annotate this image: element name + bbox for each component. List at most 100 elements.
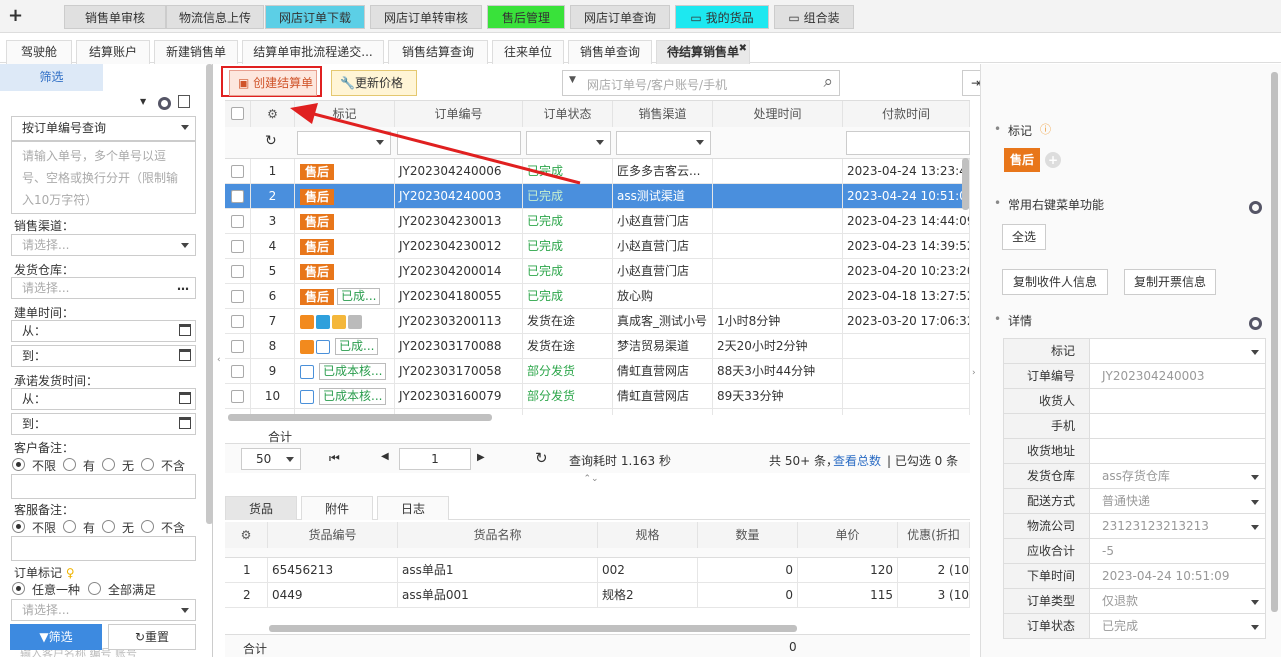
header-checkbox[interactable] — [225, 101, 251, 127]
gear-icon[interactable] — [1249, 317, 1262, 330]
status-filter[interactable] — [526, 131, 611, 155]
col-pay-time[interactable]: 付款时间 — [843, 101, 970, 127]
detail-field-value[interactable]: -5 — [1090, 539, 1266, 564]
create-time-from[interactable]: 从： — [11, 320, 196, 342]
sub-tab-2[interactable]: 新建销售单 — [154, 40, 238, 64]
tab-attachments[interactable]: 附件 — [301, 496, 373, 520]
col-goods-code[interactable]: 货品编号 — [268, 522, 398, 548]
table-row[interactable]: 3 售后 JY202304230013 已完成 小赵直营门店 2023-04-23 14:… — [225, 209, 970, 234]
col-qty[interactable]: 数量 — [698, 522, 798, 548]
service-note-input[interactable] — [11, 536, 196, 561]
detail-field-value[interactable]: 仅退款 — [1090, 589, 1266, 614]
tag-any-radio[interactable] — [12, 582, 25, 595]
sub-tab-4[interactable]: 销售结算查询 — [388, 40, 488, 64]
search-input[interactable]: 网店订单号/客户账号/手机 — [587, 76, 727, 93]
row-checkbox[interactable] — [231, 315, 244, 328]
collapse-left-icon[interactable]: ‹ — [217, 355, 221, 365]
customer-note-yes-radio[interactable] — [63, 458, 76, 471]
close-icon[interactable]: ✖ — [739, 38, 747, 60]
sub-tab-6[interactable]: 销售单查询 — [568, 40, 652, 64]
col-goods-name[interactable]: 货品名称 — [398, 522, 598, 548]
order-number[interactable]: JY202304240003 — [395, 184, 523, 209]
channel-select[interactable]: 请选择... — [11, 234, 196, 256]
table-row[interactable]: 5 售后 JY202304200014 已完成 小赵直营门店 2023-04-20 10:… — [225, 259, 970, 284]
copy-invoice-button[interactable]: 复制开票信息 — [1124, 269, 1216, 295]
calendar-icon[interactable] — [179, 349, 191, 361]
tag-all-radio[interactable] — [88, 582, 101, 595]
column-gear-icon[interactable]: ⚙ — [251, 101, 295, 127]
order-number[interactable]: JY202303160079 — [395, 384, 523, 409]
detail-field-value[interactable] — [1090, 439, 1266, 464]
detail-field-value[interactable] — [1090, 339, 1266, 364]
row-checkbox[interactable] — [231, 340, 244, 353]
filter-button[interactable]: ▼筛选 — [10, 624, 102, 650]
row-checkbox[interactable] — [231, 190, 244, 203]
row-checkbox[interactable] — [231, 165, 244, 178]
table-row[interactable]: 4 售后 JY202304230012 已完成 小赵直营门店 2023-04-23 14:… — [225, 234, 970, 259]
col-spec[interactable]: 规格 — [598, 522, 698, 548]
detail-scrollbar[interactable] — [1271, 72, 1278, 612]
grid-vertical-scrollbar[interactable] — [962, 158, 969, 210]
first-page-icon[interactable]: ⏮ — [329, 451, 340, 466]
order-number[interactable]: JY202304200014 — [395, 259, 523, 284]
customer-note-input[interactable] — [11, 474, 196, 499]
detail-field-value[interactable] — [1090, 389, 1266, 414]
gear-icon[interactable] — [1249, 201, 1262, 214]
table-row[interactable]: 8 已成... JY202303170088 发货在途 梦洁贸易渠道 2天20小时2分钟 — [225, 334, 970, 359]
calendar-icon[interactable] — [179, 392, 191, 404]
detail-field-value[interactable]: ass存货仓库 — [1090, 464, 1266, 489]
table-row[interactable]: 10 已成本核... JY202303160079 部分发货 倩虹直营网店 89天33分钟 — [225, 384, 970, 409]
order-number[interactable]: JY202304230013 — [395, 209, 523, 234]
sub-tab-0[interactable]: 驾驶舱 — [6, 40, 72, 64]
detail-field-value[interactable]: 普通快递 — [1090, 489, 1266, 514]
col-discount[interactable]: 优惠(折扣 — [898, 522, 970, 548]
view-total-link[interactable]: 查看总数 — [833, 452, 881, 469]
detail-field-value[interactable]: JY202304240003 — [1090, 364, 1266, 389]
detail-field-value[interactable]: 已完成 — [1090, 614, 1266, 639]
table-row[interactable]: 6 售后 已成... JY202304180055 已完成 放心购 2023-04-18 1… — [225, 284, 970, 309]
customer-note-not-radio[interactable] — [141, 458, 154, 471]
sub-tab-5[interactable]: 往来单位 — [492, 40, 564, 64]
table-row[interactable]: 9 已成本核... JY202303170058 部分发货 倩虹直营网店 88天3小时44… — [225, 359, 970, 384]
splitter-handle[interactable]: ⌃⌄ — [574, 474, 608, 488]
order-number[interactable]: JY202304240006 — [395, 159, 523, 184]
order-number[interactable]: JY202303170058 — [395, 359, 523, 384]
row-checkbox[interactable] — [231, 265, 244, 278]
select-all-button[interactable]: 全选 — [1002, 224, 1046, 250]
prev-page-icon[interactable]: ◀ — [381, 451, 389, 462]
table-row[interactable]: 1 售后 JY202304240006 已完成 匠多多吉客云... 2023-04-24 … — [225, 159, 970, 184]
col-channel[interactable]: 销售渠道 — [613, 101, 713, 127]
calendar-icon[interactable] — [179, 417, 191, 429]
goods-row[interactable]: 2 0449 ass单品001 规格2 0 115 3 (10 — [225, 583, 970, 608]
order-tag-select[interactable]: 请选择... — [11, 599, 196, 621]
top-tab-1[interactable]: 物流信息上传 — [166, 5, 264, 29]
detail-field-value[interactable]: 2023-04-24 10:51:09 — [1090, 564, 1266, 589]
customer-note-none-radio[interactable] — [12, 458, 25, 471]
col-status[interactable]: 订单状态 — [523, 101, 613, 127]
service-note-none-radio[interactable] — [12, 520, 25, 533]
table-row[interactable]: 7 JY202303200113 发货在途 真成客_测试小号 1小时8分钟 2023-03… — [225, 309, 970, 334]
collapse-right-icon[interactable]: › — [972, 368, 976, 378]
sub-tab-3[interactable]: 结算单审批流程递交... — [242, 40, 384, 64]
warehouse-select[interactable]: 请选择...… — [11, 277, 196, 299]
row-checkbox[interactable] — [231, 365, 244, 378]
add-tab-icon[interactable]: + — [8, 5, 23, 26]
col-price[interactable]: 单价 — [798, 522, 898, 548]
grid-horizontal-scrollbar[interactable] — [228, 414, 492, 421]
top-tab-3[interactable]: 网店订单转审核 — [370, 5, 482, 29]
detail-field-value[interactable] — [1090, 414, 1266, 439]
search-icon[interactable]: ⌕ — [823, 72, 833, 92]
top-tab-4[interactable]: 售后管理 — [487, 5, 565, 29]
reset-button[interactable]: ↻重置 — [108, 624, 196, 650]
copy-receiver-button[interactable]: 复制收件人信息 — [1002, 269, 1108, 295]
order-number[interactable]: JY202304180055 — [395, 284, 523, 309]
row-checkbox[interactable] — [231, 215, 244, 228]
row-checkbox[interactable] — [231, 390, 244, 403]
col-proc-time[interactable]: 处理时间 — [713, 101, 843, 127]
page-size-select[interactable]: 50 — [241, 448, 301, 470]
top-tab-2[interactable]: 网店订单下载 — [265, 5, 365, 29]
top-tab-0[interactable]: 销售单审核 — [64, 5, 166, 29]
service-note-no-radio[interactable] — [102, 520, 115, 533]
top-tab-6[interactable]: ▭ 我的货品 — [675, 5, 769, 29]
promise-time-from[interactable]: 从： — [11, 388, 196, 410]
